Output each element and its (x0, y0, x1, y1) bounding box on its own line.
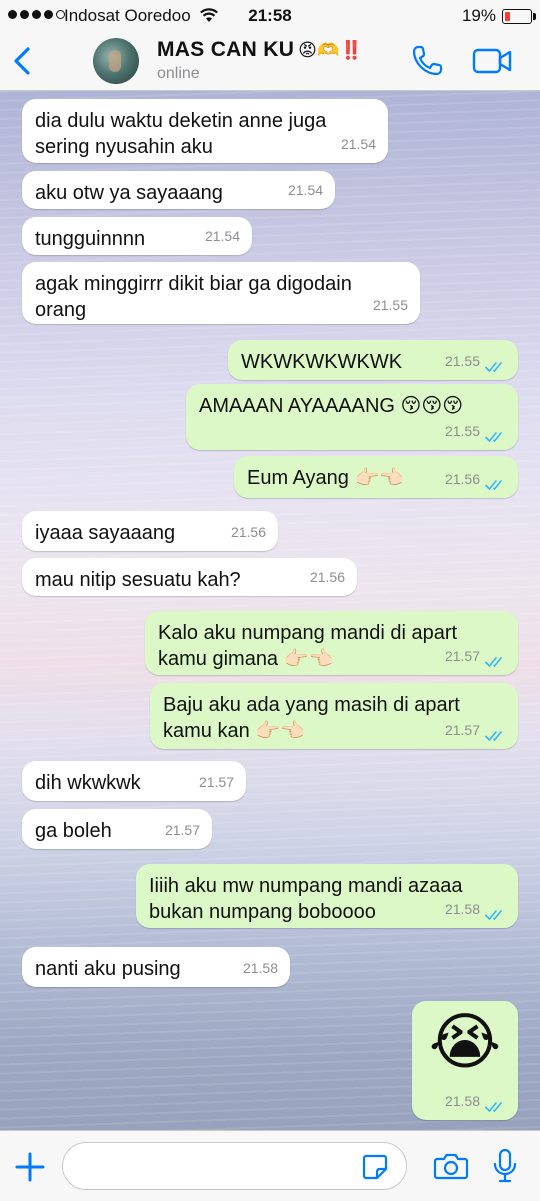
read-receipt-icon (485, 480, 502, 490)
message-text: aku otw ya sayaaang (35, 182, 223, 204)
read-receipt-icon (485, 1102, 502, 1112)
message-timestamp: 21.57 (164, 822, 200, 838)
message-text: dia dulu waktu deketin anne juga (35, 110, 327, 132)
message-text: sering nyusahin aku (35, 136, 213, 158)
read-receipt-icon (485, 657, 502, 667)
message-text: AMAAAN AYAAAANG 😚😚😚 (199, 395, 464, 417)
read-receipt-icon (485, 731, 502, 741)
message-timestamp: 21.57 (444, 722, 480, 738)
clock: 21:58 (248, 6, 292, 25)
message-timestamp: 21.57 (198, 774, 234, 790)
message-timestamp: 21.56 (444, 471, 480, 487)
incoming-message-bubble[interactable]: tungguinnnn 21.54 (22, 217, 252, 255)
message-timestamp: 21.54 (287, 182, 323, 198)
message-timestamp: 21.54 (340, 136, 376, 152)
status-bar: Indosat Ooredoo 21:58 19% (0, 0, 540, 32)
incoming-message-bubble[interactable]: dia dulu waktu deketin anne juga sering n… (22, 99, 388, 163)
incoming-message-bubble[interactable]: ga boleh 21.57 (22, 809, 212, 849)
plus-icon[interactable] (14, 1151, 46, 1183)
message-timestamp: 21.54 (204, 228, 240, 244)
outgoing-message-bubble[interactable]: Iiiih aku mw numpang mandi azaaa bukan nu… (136, 864, 518, 928)
message-timestamp: 21.58 (444, 901, 480, 917)
message-timestamp: 21.57 (444, 648, 480, 664)
battery-percentage: 19% (461, 6, 496, 25)
read-receipt-icon (485, 910, 502, 920)
incoming-message-bubble[interactable]: aku otw ya sayaaang 21.54 (22, 171, 335, 209)
message-timestamp: 21.55 (444, 423, 480, 439)
battery-icon (502, 9, 536, 24)
message-input[interactable] (62, 1142, 407, 1190)
outgoing-message-bubble[interactable]: 😭 21.58 (412, 1001, 518, 1120)
message-timestamp: 21.58 (444, 1093, 480, 1109)
outgoing-message-bubble[interactable]: AMAAAN AYAAAANG 😚😚😚 21.55 (186, 384, 518, 450)
outgoing-message-bubble[interactable]: Kalo aku numpang mandi di apart kamu gima… (145, 611, 518, 675)
incoming-message-bubble[interactable]: iyaaa sayaaang 21.56 (22, 511, 278, 551)
message-text: mau nitip sesuatu kah? (35, 569, 241, 591)
read-receipt-icon (485, 432, 502, 442)
phone-icon[interactable] (410, 44, 444, 78)
contact-name[interactable]: MAS CAN KU 😡🫶‼️ (157, 38, 363, 62)
message-timestamp: 21.56 (230, 524, 266, 540)
chevron-left-icon[interactable] (8, 40, 40, 82)
message-timestamp: 21.58 (242, 960, 278, 976)
incoming-message-bubble[interactable]: mau nitip sesuatu kah? 21.56 (22, 558, 357, 596)
message-timestamp: 21.56 (309, 569, 345, 585)
camera-icon[interactable] (433, 1151, 469, 1181)
avatar[interactable] (93, 38, 139, 84)
incoming-message-bubble[interactable]: dih wkwkwk 21.57 (22, 761, 246, 801)
composer-bar (0, 1130, 540, 1201)
outgoing-message-bubble[interactable]: WKWKWKWKWK 21.55 (228, 340, 518, 380)
sticker-icon[interactable] (361, 1153, 389, 1181)
message-text: orang (35, 299, 87, 321)
chat-header: MAS CAN KU 😡🫶‼️ online (0, 32, 540, 91)
video-camera-icon[interactable] (472, 46, 512, 76)
read-receipt-icon (485, 362, 502, 372)
incoming-message-bubble[interactable]: agak minggirrr dikit biar ga digodain ora… (22, 262, 420, 324)
contact-name-text: MAS CAN KU (157, 38, 295, 61)
contact-name-emoji: 😡🫶‼️ (298, 40, 363, 60)
outgoing-message-bubble[interactable]: Baju aku ada yang masih di apart kamu kan… (150, 683, 518, 749)
message-timestamp: 21.55 (444, 353, 480, 369)
message-timestamp: 21.55 (372, 297, 408, 313)
message-text: Baju aku ada yang masih di apart (163, 694, 460, 716)
outgoing-message-bubble[interactable]: Eum Ayang 👉🏻👈🏻 21.56 (234, 456, 518, 498)
message-text: nanti aku pusing (35, 958, 181, 980)
message-text: 😭 (428, 1008, 502, 1077)
message-list[interactable]: dia dulu waktu deketin anne juga sering n… (0, 91, 540, 1130)
message-text: agak minggirrr dikit biar ga digodain (35, 273, 352, 295)
incoming-message-bubble[interactable]: nanti aku pusing 21.58 (22, 947, 290, 987)
contact-status: online (157, 65, 200, 82)
microphone-icon[interactable] (490, 1147, 520, 1185)
